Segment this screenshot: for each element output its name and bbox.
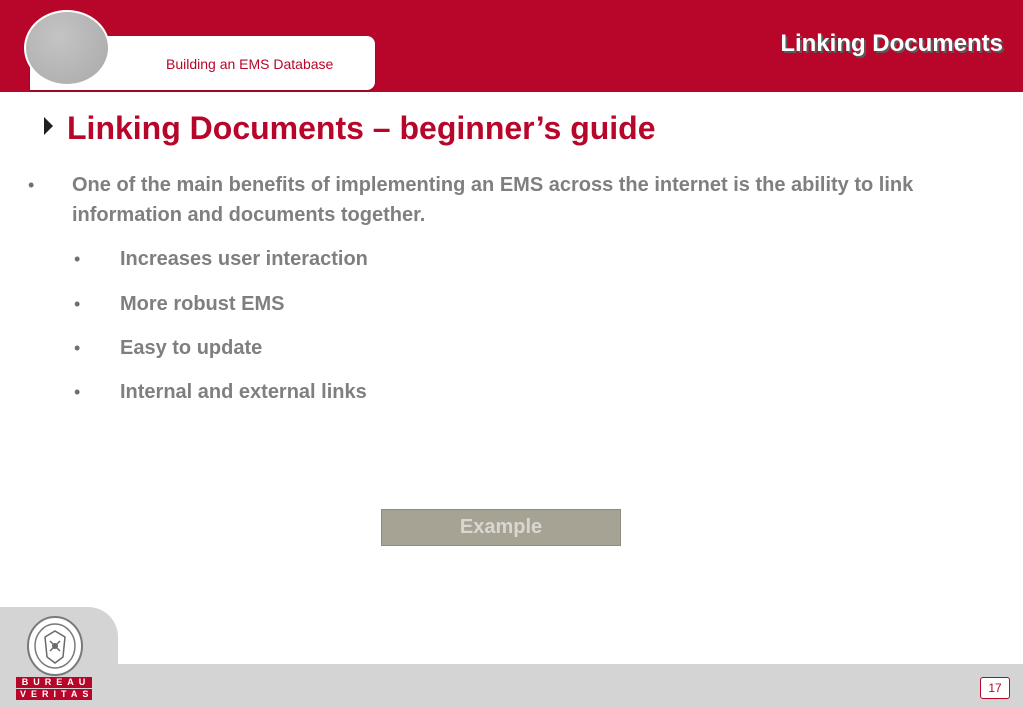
sub-bullet-icon: • — [74, 249, 81, 269]
sub-bullet-icon: • — [74, 338, 81, 358]
list-item: Increases user interaction — [120, 248, 368, 270]
footer-band — [0, 664, 1023, 708]
main-bullet-text: One of the main benefits of implementing… — [72, 174, 914, 226]
list-item: More robust EMS — [120, 293, 285, 315]
triangle-right-icon — [44, 117, 53, 135]
header-subtitle: Building an EMS Database — [166, 56, 334, 72]
list-item: Easy to update — [120, 337, 263, 359]
sub-bullet-icon: • — [74, 382, 81, 402]
example-button[interactable]: Example — [381, 509, 621, 546]
logo-text-bureau: BUREAU — [16, 677, 92, 688]
slide-title: Linking Documents – beginner’s guide — [67, 110, 656, 146]
header-circle-decoration — [24, 10, 110, 86]
sub-bullet-icon: • — [74, 294, 81, 314]
header-title: Linking Documents — [780, 30, 1003, 57]
page-number: 17 — [980, 677, 1010, 699]
logo-text-veritas: VERITAS — [16, 689, 92, 700]
bullet-icon: • — [28, 175, 35, 195]
bureau-veritas-seal-icon — [27, 616, 83, 676]
list-item: Internal and external links — [120, 381, 367, 403]
